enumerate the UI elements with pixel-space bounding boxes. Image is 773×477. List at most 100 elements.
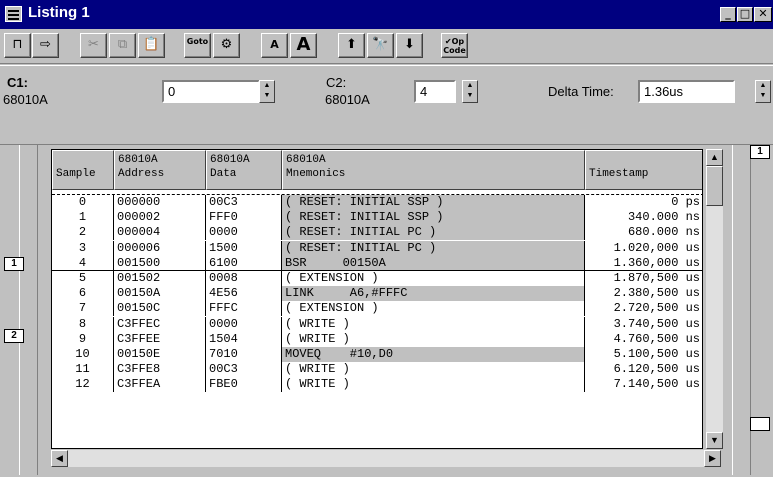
font-smaller-button[interactable]: A — [261, 33, 288, 58]
cell-data: 0000 — [206, 316, 282, 332]
insert-icon-button[interactable]: ⇨ — [32, 33, 59, 58]
search-up-button[interactable]: ⬆ — [338, 33, 365, 58]
cell-data: 00C3 — [206, 195, 282, 210]
cell-address: C3FFEA — [114, 377, 206, 393]
cell-timestamp: 5.100,500 us — [585, 347, 702, 362]
cell-sample: 8 — [52, 316, 114, 332]
cell-mnemonic: LINK A6,#FFFC — [282, 286, 585, 302]
delta-spinner[interactable]: ▲ ▼ — [755, 80, 771, 103]
paste-button[interactable]: 📋 — [138, 33, 165, 58]
cell-timestamp: 340.000 ns — [585, 210, 702, 225]
cell-data: FFFC — [206, 301, 282, 317]
scroll-up-button[interactable]: ▲ — [706, 149, 723, 166]
minimize-button[interactable]: _ — [720, 7, 736, 22]
right-marker-2[interactable] — [750, 417, 770, 431]
c1-label: C1: — [7, 75, 28, 90]
scroll-down-button[interactable]: ▼ — [706, 432, 723, 449]
right-marker-1[interactable]: 1 — [750, 145, 770, 159]
listing-area: 1 2 Sample 68010A Address 68010A Data 68010… — [0, 144, 773, 477]
table-row[interactable]: 1 000002 FFF0( RESET: INITIAL SSP ) 340.000… — [52, 210, 702, 226]
left-marker-ruler[interactable] — [19, 145, 38, 475]
close-button[interactable]: ✕ — [754, 7, 772, 22]
cell-sample: 9 — [52, 331, 114, 347]
cell-address: C3FFE8 — [114, 362, 206, 378]
c2-source: 68010A — [325, 92, 370, 107]
scroll-right-button[interactable]: ▶ — [704, 450, 721, 467]
cut-button[interactable]: ✂ — [80, 33, 107, 58]
c1-value-field[interactable]: 0 — [162, 80, 260, 103]
header-mnemonics[interactable]: 68010A Mnemonics — [282, 150, 585, 190]
cell-timestamp: 1.870,500 us — [585, 271, 702, 286]
cell-sample: 2 — [52, 225, 114, 241]
table-row[interactable]: 3 000006 1500( RESET: INITIAL PC ) 1.020,00… — [52, 240, 702, 256]
cell-mnemonic: ( WRITE ) — [282, 362, 585, 378]
table-row[interactable]: 12 C3FFEA FBE0( WRITE ) 7.140,500 us — [52, 377, 702, 393]
delta-time-field[interactable]: 1.36us — [638, 80, 735, 103]
c2-spinner[interactable]: ▲ ▼ — [462, 80, 478, 103]
cell-data: 1500 — [206, 240, 282, 256]
table-row[interactable]: 0 000000 00C3( RESET: INITIAL SSP ) 0 ps — [52, 195, 702, 210]
opcode-button[interactable]: ✔Op Code — [441, 33, 468, 58]
listing-table[interactable]: Sample 68010A Address 68010A Data 68010A Mn… — [51, 149, 703, 449]
listing-app-icon[interactable] — [5, 6, 22, 22]
cell-mnemonic: MOVEQ #10,D0 — [282, 347, 585, 362]
cell-address: 00150A — [114, 286, 206, 302]
cell-data: FFF0 — [206, 210, 282, 226]
copy-button[interactable]: ⧉ — [109, 33, 136, 58]
c1-spinner[interactable]: ▲ ▼ — [259, 80, 275, 103]
table-row[interactable]: 11 C3FFE8 00C3( WRITE ) 6.120,500 us — [52, 362, 702, 378]
cell-data: 4E56 — [206, 286, 282, 302]
cell-data: 1504 — [206, 331, 282, 347]
cell-address: C3FFEE — [114, 331, 206, 347]
table-row[interactable]: 4 001500 6100 BSR 00150A 1.360,000 us — [52, 255, 702, 271]
cell-timestamp: 2.380,500 us — [585, 286, 702, 301]
c2-value-field[interactable]: 4 — [414, 80, 456, 103]
cell-mnemonic: ( EXTENSION ) — [282, 301, 585, 317]
vertical-scroll-thumb[interactable] — [706, 166, 723, 206]
toolbar: ⊓ ⇨ ✂ ⧉ 📋 Goto ⚙ A A ⬆ 🔭 ⬇ ✔Op Code — [0, 29, 773, 64]
cursor-c1-line — [52, 194, 702, 195]
cell-mnemonic: BSR 00150A — [282, 255, 585, 271]
table-row[interactable]: 9 C3FFEE 1504( WRITE ) 4.760,500 us — [52, 331, 702, 347]
marker-1[interactable]: 1 — [4, 257, 24, 271]
font-larger-button[interactable]: A — [290, 33, 317, 58]
horizontal-scrollbar[interactable]: ◀ ▶ — [51, 450, 721, 467]
header-data[interactable]: 68010A Data — [206, 150, 282, 190]
cell-sample: 11 — [52, 362, 114, 378]
vertical-scrollbar[interactable]: ▲ ▼ — [706, 149, 723, 449]
table-row[interactable]: 6 00150A 4E56 LINK A6,#FFFC 2.380,500 us — [52, 286, 702, 302]
marker-2[interactable]: 2 — [4, 329, 24, 343]
cell-timestamp: 7.140,500 us — [585, 377, 702, 392]
cell-address: C3FFEC — [114, 316, 206, 332]
cell-mnemonic: ( RESET: INITIAL PC ) — [282, 225, 585, 241]
cell-timestamp: 2.720,500 us — [585, 301, 702, 316]
table-row[interactable]: 5 001502 0008( EXTENSION ) 1.870,500 us — [52, 271, 702, 286]
header-sample[interactable]: Sample — [52, 150, 114, 190]
properties-button[interactable]: ⚙ — [213, 33, 240, 58]
maximize-button[interactable]: □ — [737, 7, 753, 22]
cell-timestamp: 680.000 ns — [585, 225, 702, 240]
find-button[interactable]: 🔭 — [367, 33, 394, 58]
cell-address: 00150E — [114, 347, 206, 362]
cell-address: 000002 — [114, 210, 206, 226]
search-down-button[interactable]: ⬇ — [396, 33, 423, 58]
header-address[interactable]: 68010A Address — [114, 150, 206, 190]
cell-mnemonic: ( WRITE ) — [282, 316, 585, 332]
table-row[interactable]: 2 000004 0000( RESET: INITIAL PC ) 680.000 … — [52, 225, 702, 241]
goto-button[interactable]: Goto — [184, 33, 211, 58]
window-title: Listing 1 — [28, 4, 90, 21]
cell-sample: 5 — [52, 271, 114, 286]
right-marker-ruler[interactable] — [732, 145, 751, 475]
table-row[interactable]: 7 00150C FFFC( EXTENSION ) 2.720,500 us — [52, 301, 702, 317]
cell-timestamp: 1.020,000 us — [585, 241, 702, 256]
header-timestamp[interactable]: Timestamp — [585, 150, 702, 190]
cell-timestamp: 1.360,000 us — [585, 256, 702, 271]
connect-icon-button[interactable]: ⊓ — [4, 33, 31, 58]
table-row[interactable]: 8 C3FFEC 0000( WRITE ) 3.740,500 us — [52, 316, 702, 332]
cell-sample: 10 — [52, 347, 114, 362]
delta-time-label: Delta Time: — [548, 84, 614, 99]
scroll-left-button[interactable]: ◀ — [51, 450, 68, 467]
cell-sample: 7 — [52, 301, 114, 317]
cell-sample: 1 — [52, 210, 114, 226]
table-row[interactable]: 10 00150E 7010 MOVEQ #10,D0 5.100,500 us — [52, 347, 702, 362]
